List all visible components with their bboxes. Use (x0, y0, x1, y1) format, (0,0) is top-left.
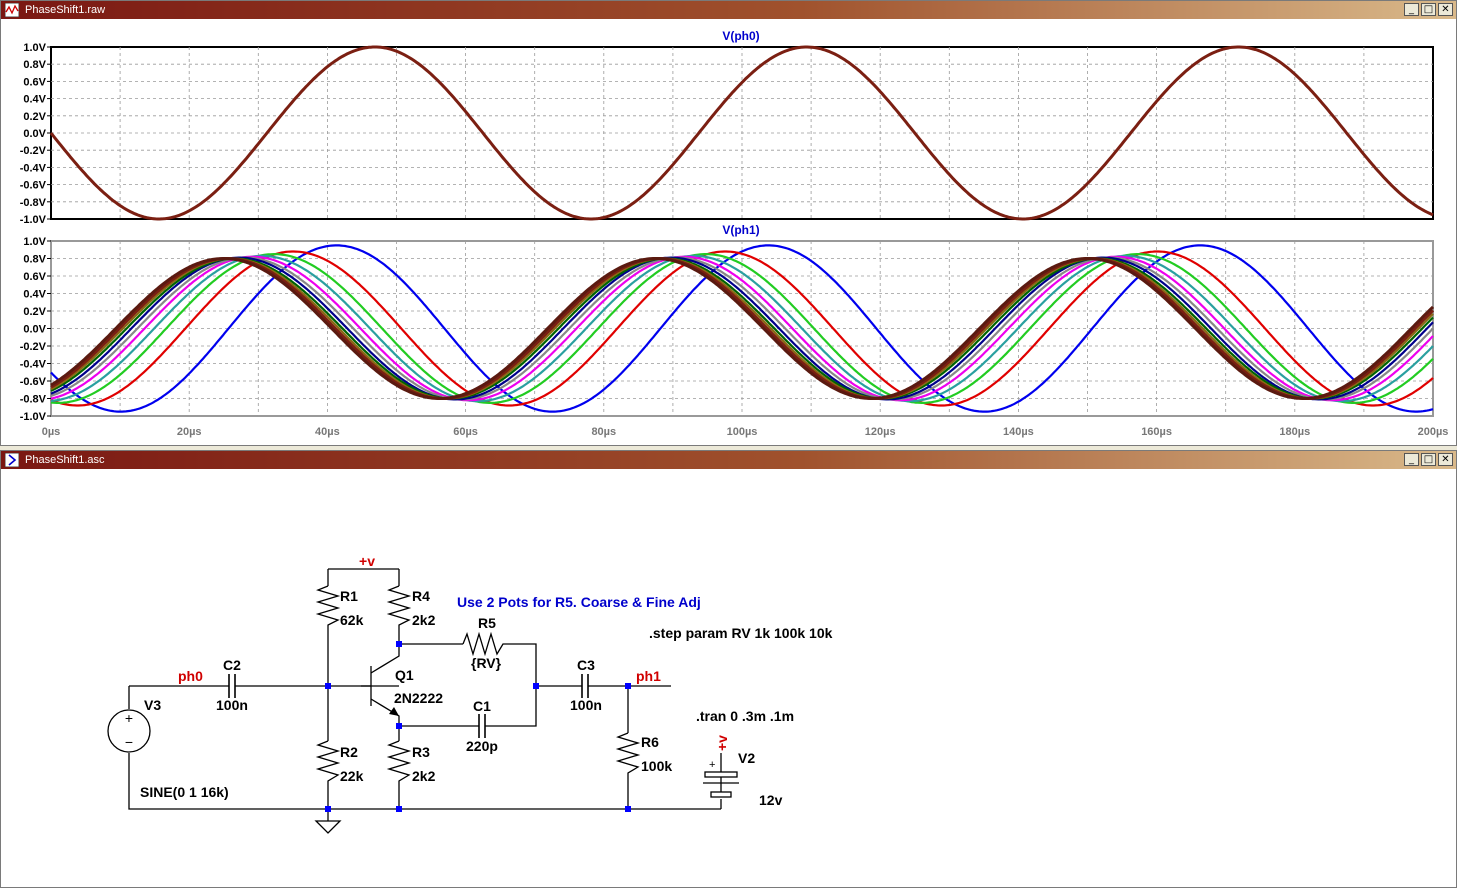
r4-name: R4 (412, 588, 430, 604)
tran-directive[interactable]: .tran 0 .3m .1m (696, 708, 794, 724)
ph1-ytick-label: 0.8V (23, 254, 46, 266)
ph0-ytick-label: 1.0V (23, 42, 46, 54)
ph0-ytick-label: -0.4V (20, 162, 47, 174)
net-label-ph0: ph0 (178, 668, 203, 684)
waveform-window-title: PhaseShift1.raw (25, 4, 106, 16)
c2-value: 100n (216, 697, 248, 713)
r6-name: R6 (641, 734, 659, 750)
ph0-ytick-label: -0.2V (20, 145, 47, 157)
c2-symbol (228, 674, 236, 698)
ph0-ytick-label: 0.8V (23, 59, 46, 71)
ph0-ytick-label: 0.6V (23, 76, 46, 88)
r4-symbol (386, 585, 412, 629)
net-label-ph1: ph1 (636, 668, 661, 684)
schematic-canvas[interactable]: + − + +v ph0 ph1 +v R1 62k R4 2k2 R5 {RV… (1, 451, 1456, 887)
ph1-ytick-label: -0.4V (20, 359, 47, 371)
ph1-xtick-label: 180µs (1279, 426, 1310, 438)
r5-symbol (462, 631, 509, 657)
schematic-comment[interactable]: Use 2 Pots for R5. Coarse & Fine Adj (457, 594, 701, 610)
q1-value: 2N2222 (394, 690, 443, 706)
r4-value: 2k2 (412, 612, 436, 628)
v2-plus-sign: + (709, 759, 715, 771)
v3-name: V3 (144, 697, 161, 713)
ph1-xtick-label: 140µs (1003, 426, 1034, 438)
net-label-vplus-top: +v (359, 553, 375, 569)
waveform-plot-area[interactable]: V(ph0) 1.0V 0.8V 0.6V 0.4V 0.2V 0.0V -0.2V -0.4… (1, 20, 1456, 445)
r1-symbol (315, 585, 341, 629)
r6-symbol (615, 732, 641, 779)
waveform-icon (5, 3, 19, 17)
ph0-ytick-label: -1.0V (20, 214, 47, 226)
q1-name: Q1 (395, 667, 414, 683)
net-label-vplus-v2: +v (714, 735, 730, 751)
c1-symbol (478, 714, 486, 738)
ph1-ytick-label: 0.2V (23, 306, 46, 318)
pane-ph0: V(ph0) 1.0V 0.8V 0.6V 0.4V 0.2V 0.0V -0.2V -0.4… (20, 29, 1434, 226)
ph1-ytick-label: -0.6V (20, 376, 47, 388)
pane-ph0-title: V(ph0) (722, 29, 759, 43)
ph1-ytick-label: 0.6V (23, 271, 46, 283)
maximize-button[interactable]: □ (1421, 3, 1436, 16)
ph0-ytick-label: -0.8V (20, 197, 47, 209)
ph0-ytick-label: 0.2V (23, 111, 46, 123)
r3-symbol (386, 740, 412, 786)
pane-ph1-title: V(ph1) (722, 223, 759, 237)
ph1-ytick-label: 0.4V (23, 289, 46, 301)
r1-name: R1 (340, 588, 358, 604)
ph1-ytick-label: 0.0V (23, 324, 46, 336)
c1-value: 220p (466, 738, 498, 754)
ph1-ytick-label: 1.0V (23, 236, 46, 248)
ph1-ytick-label: -0.2V (20, 341, 47, 353)
step-directive[interactable]: .step param RV 1k 100k 10k (649, 625, 833, 641)
ph1-xtick-label: 20µs (177, 426, 202, 438)
waveform-window-titlebar[interactable]: PhaseShift1.raw _ □ ✕ (1, 1, 1456, 19)
close-button[interactable]: ✕ (1438, 3, 1453, 16)
r2-symbol (315, 740, 341, 786)
v2-value: 12v (759, 792, 783, 808)
r1-value: 62k (340, 612, 364, 628)
c3-symbol (581, 674, 589, 698)
svg-text:−: − (125, 734, 133, 750)
ph0-ytick-label: -0.6V (20, 180, 47, 192)
r5-value: {RV} (471, 655, 502, 671)
ph1-xtick-label: 160µs (1141, 426, 1172, 438)
schematic-window[interactable]: PhaseShift1.asc _ □ ✕ + − + +v ph0 ph1 +… (0, 450, 1457, 888)
svg-text:+: + (125, 710, 133, 726)
minimize-button[interactable]: _ (1404, 3, 1419, 16)
r3-name: R3 (412, 744, 430, 760)
r3-value: 2k2 (412, 768, 436, 784)
ph1-xtick-label: 0µs (42, 426, 61, 438)
ph0-ytick-label: 0.0V (23, 128, 46, 140)
ph1-xtick-label: 200µs (1418, 426, 1449, 438)
ph1-xtick-label: 100µs (727, 426, 758, 438)
c3-name: C3 (577, 657, 595, 673)
ph1-ytick-label: -1.0V (20, 411, 47, 423)
r6-value: 100k (641, 758, 672, 774)
c1-name: C1 (473, 698, 491, 714)
v2-name: V2 (738, 750, 755, 766)
ph1-ytick-label: -0.8V (20, 394, 47, 406)
v3-value: SINE(0 1 16k) (140, 784, 229, 800)
c3-value: 100n (570, 697, 602, 713)
ground-symbol (314, 820, 342, 834)
c2-name: C2 (223, 657, 241, 673)
v3-sine-source-symbol: + − (107, 709, 151, 753)
pane-ph1: V(ph1) 1.0V 0.8V 0.6V 0.4V 0.2V 0.0V -0.2V -0.4… (20, 223, 1449, 438)
ph0-ytick-label: 0.4V (23, 94, 46, 106)
waveform-window[interactable]: PhaseShift1.raw _ □ ✕ V(ph0) 1.0V 0.8V 0.6V 0… (0, 0, 1457, 446)
r2-name: R2 (340, 744, 358, 760)
r5-name: R5 (478, 615, 496, 631)
ph1-xtick-label: 80µs (591, 426, 616, 438)
ph1-xtick-label: 120µs (865, 426, 896, 438)
ph1-xtick-label: 40µs (315, 426, 340, 438)
r2-value: 22k (340, 768, 364, 784)
ph1-xtick-label: 60µs (453, 426, 478, 438)
